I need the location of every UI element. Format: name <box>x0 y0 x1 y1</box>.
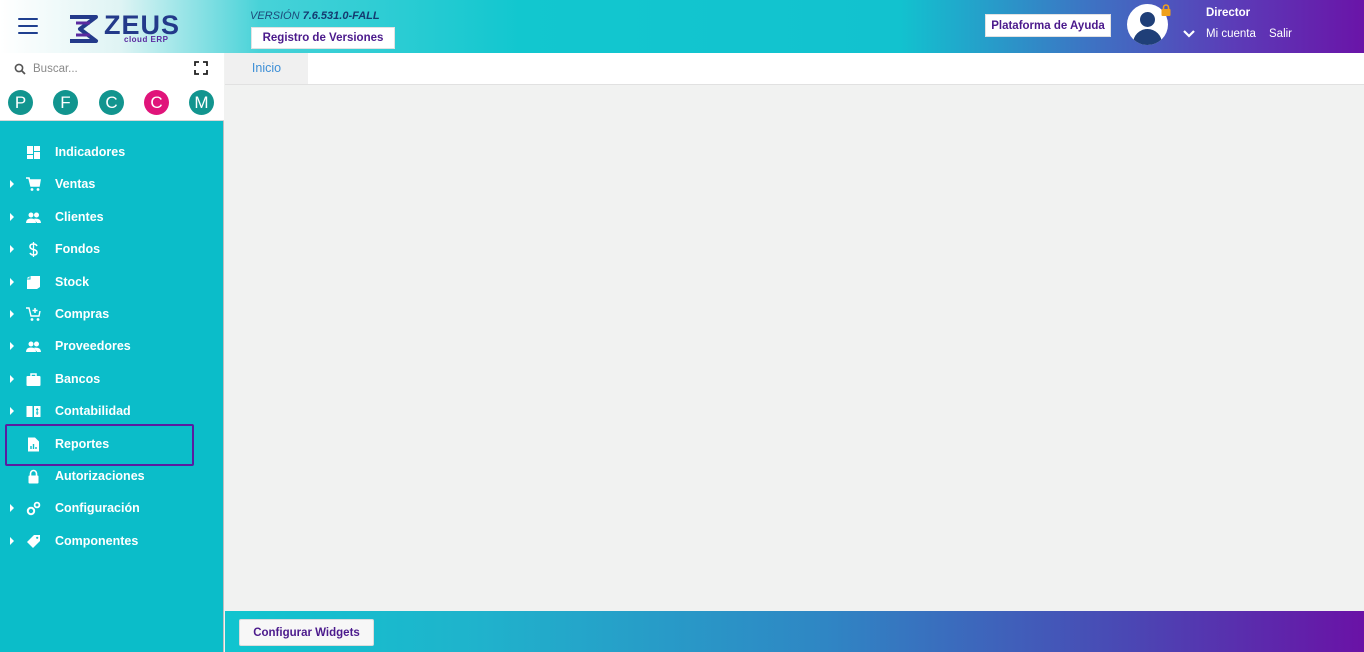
quick-access-letter: C <box>150 93 163 112</box>
quick-access-f[interactable]: F <box>53 90 78 115</box>
sidebar-item-label: Fondos <box>55 242 101 257</box>
quick-access-m[interactable]: M <box>189 90 214 115</box>
sidebar-search-area: P F C C M <box>0 53 224 121</box>
avatar-body <box>1133 29 1162 45</box>
configurar-widgets-button[interactable]: Configurar Widgets <box>239 619 374 646</box>
sidebar-item-stock[interactable]: Stock <box>0 266 224 298</box>
tab-bar: Inicio <box>225 53 1364 85</box>
quick-access-letter: M <box>194 93 209 112</box>
dollar-icon <box>29 242 38 258</box>
logo-subtitle: cloud ERP <box>124 35 169 44</box>
people-icon <box>26 212 41 223</box>
cart-icon <box>26 177 41 192</box>
sidebar-item-fondos[interactable]: Fondos <box>0 233 224 265</box>
quick-access-letter: F <box>60 93 71 112</box>
user-role: Director <box>1206 7 1251 19</box>
registro-versiones-button[interactable]: Registro de Versiones <box>251 27 395 49</box>
hamburger-menu-icon[interactable] <box>18 18 38 34</box>
gears-icon <box>26 501 41 516</box>
quick-access-letter: C <box>105 93 118 112</box>
salir-link[interactable]: Salir <box>1269 28 1292 40</box>
sidebar-item-label: Componentes <box>55 533 139 548</box>
dashboard-icon <box>27 146 40 159</box>
sidebar-item-bancos[interactable]: Bancos <box>0 363 224 395</box>
quick-access-c-pink[interactable]: C <box>144 90 169 115</box>
sidebar-item-proveedores[interactable]: Proveedores <box>0 330 224 362</box>
sidebar-item-label: Clientes <box>55 209 104 224</box>
sidebar-item-contabilidad[interactable]: Contabilidad <box>0 395 224 427</box>
expand-arrow-icon <box>10 342 14 351</box>
expand-arrow-icon <box>10 245 14 254</box>
expand-arrow-icon <box>10 536 14 545</box>
sidebar-item-label: Configuración <box>55 501 140 516</box>
quick-access-letter: P <box>14 93 27 112</box>
sidebar-item-label: Reportes <box>55 436 110 451</box>
expand-arrow-icon <box>10 504 14 513</box>
version-info: VERSIÓN 7.6.531.0-FALL <box>250 10 380 22</box>
sidebar-item-autorizaciones[interactable]: Autorizaciones <box>0 460 224 492</box>
people-icon <box>26 341 41 353</box>
top-header: ZEUS cloud ERP VERSIÓN 7.6.531.0-FALL Re… <box>0 0 1364 53</box>
quick-access-p[interactable]: P <box>8 90 33 115</box>
footer-bar: Configurar Widgets <box>225 611 1364 652</box>
expand-arrow-icon <box>10 180 14 189</box>
quick-access-c[interactable]: C <box>99 90 124 115</box>
tab-inicio[interactable]: Inicio <box>225 53 308 84</box>
lock-badge-icon <box>1161 4 1171 16</box>
sidebar: P F C C M Indicadores Ventas Clientes Fo… <box>0 53 224 652</box>
sidebar-item-label: Indicadores <box>55 145 126 159</box>
zeus-logo-mark-icon <box>70 15 98 43</box>
sidebar-menu: Indicadores Ventas Clientes Fondos Stock… <box>0 136 224 557</box>
ledger-icon <box>26 406 41 418</box>
expand-arrow-icon <box>10 277 14 286</box>
sidebar-item-ventas[interactable]: Ventas <box>0 168 224 200</box>
expand-arrow-icon <box>10 309 14 318</box>
expand-arrow-icon <box>10 407 14 416</box>
avatar-head <box>1140 12 1155 27</box>
expand-arrow-icon <box>10 212 14 221</box>
mi-cuenta-link[interactable]: Mi cuenta <box>1206 28 1256 40</box>
sidebar-item-reportes[interactable]: Reportes <box>0 428 224 460</box>
sidebar-item-indicadores[interactable]: Indicadores <box>0 136 224 168</box>
search-icon <box>14 63 26 75</box>
tag-icon <box>27 534 40 548</box>
sidebar-item-configuracion[interactable]: Configuración <box>0 492 224 524</box>
chevron-down-icon[interactable] <box>1182 29 1196 39</box>
cart-plus-icon <box>26 307 41 321</box>
fullscreen-icon[interactable] <box>194 61 208 75</box>
expand-arrow-icon <box>10 374 14 383</box>
sidebar-item-label: Contabilidad <box>55 404 131 419</box>
sidebar-item-compras[interactable]: Compras <box>0 298 224 330</box>
sidebar-item-label: Ventas <box>55 177 96 192</box>
version-number: 7.6.531.0-FALL <box>302 10 380 22</box>
plataforma-ayuda-button[interactable]: Plataforma de Ayuda <box>985 14 1111 37</box>
lock-icon <box>28 469 39 484</box>
briefcase-icon <box>26 372 41 386</box>
sidebar-item-label: Proveedores <box>55 339 131 354</box>
quick-access-bar: P F C C M <box>0 90 224 116</box>
version-label: VERSIÓN <box>250 10 300 22</box>
zeus-logo[interactable]: ZEUS cloud ERP <box>66 10 179 46</box>
sidebar-item-componentes[interactable]: Componentes <box>0 525 224 557</box>
main-content-area <box>225 85 1364 611</box>
search-input[interactable] <box>33 60 183 78</box>
stock-icon <box>27 275 40 289</box>
sidebar-item-label: Bancos <box>55 371 101 386</box>
sidebar-item-label: Compras <box>55 306 110 321</box>
sidebar-item-label: Stock <box>55 274 90 289</box>
sidebar-item-label: Autorizaciones <box>55 468 145 483</box>
sidebar-item-clientes[interactable]: Clientes <box>0 201 224 233</box>
report-icon <box>28 437 39 452</box>
